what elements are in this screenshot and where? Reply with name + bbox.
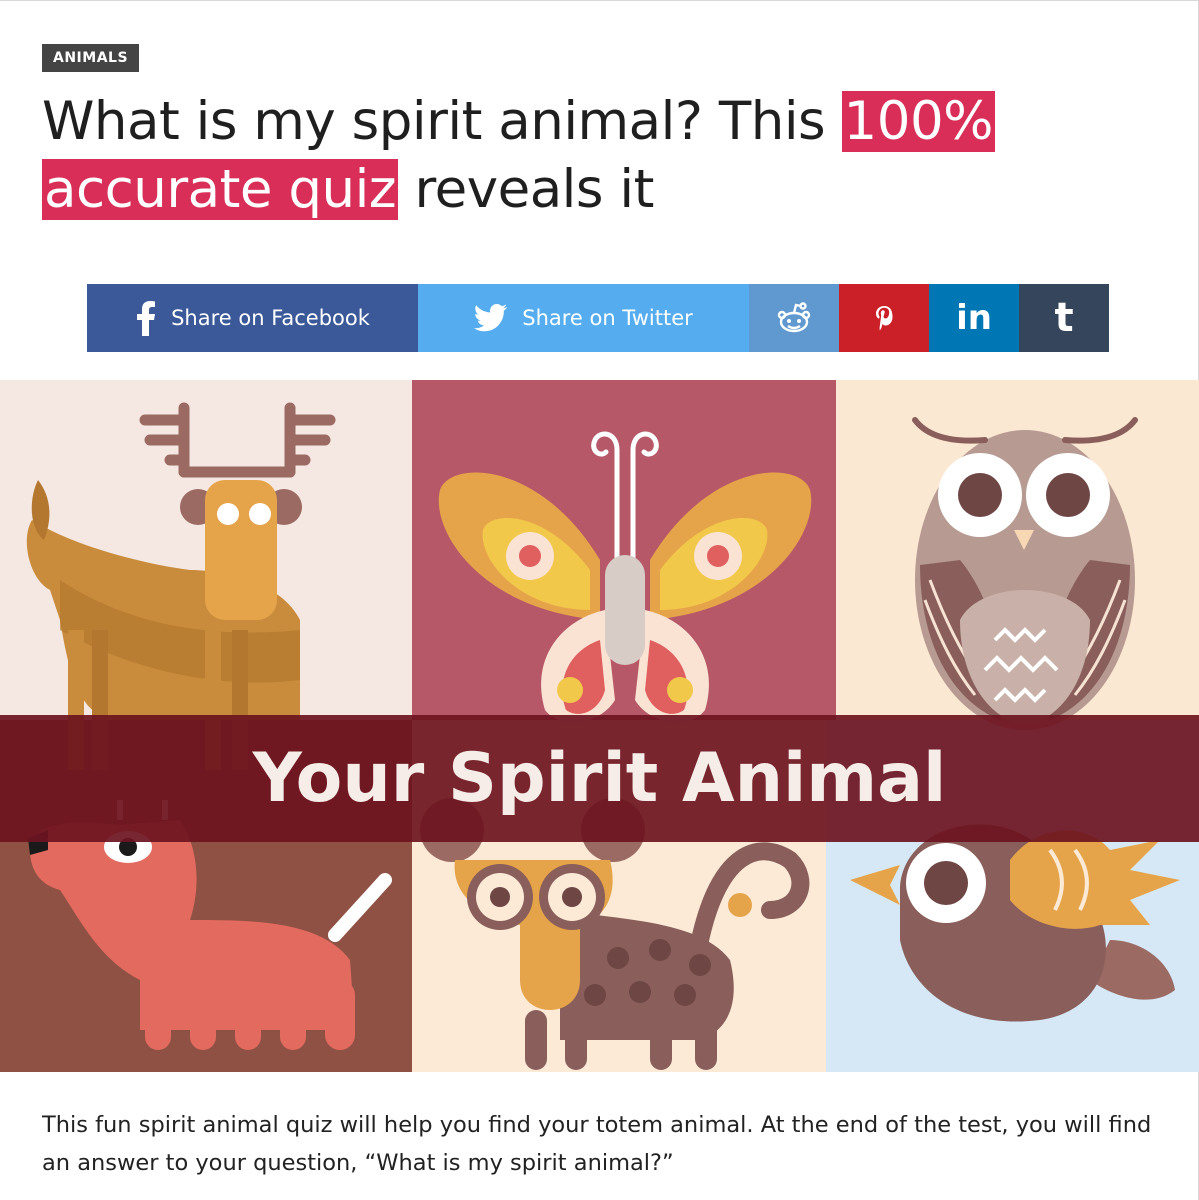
facebook-icon (137, 301, 156, 336)
share-tumblr-button[interactable]: t (1019, 284, 1109, 352)
headline-text-end: reveals it (398, 159, 654, 220)
pinterest-icon (876, 306, 893, 331)
share-reddit-button[interactable] (749, 284, 839, 352)
headline-text: What is my spirit animal? This (42, 91, 842, 152)
share-twitter-label: Share on Twitter (522, 306, 693, 330)
share-linkedin-button[interactable]: in (929, 284, 1019, 352)
hero-banner: Your Spirit Animal (0, 715, 1199, 842)
share-bar: Share on Facebook Share on Twitter in t (87, 284, 1109, 352)
article-headline: What is my spirit animal? This 100% accu… (42, 88, 1142, 224)
share-pinterest-button[interactable] (839, 284, 929, 352)
linkedin-icon: in (956, 298, 992, 338)
share-facebook-label: Share on Facebook (171, 306, 370, 330)
tumblr-icon: t (1054, 295, 1074, 341)
article-intro: This fun spirit animal quiz will help yo… (42, 1112, 1152, 1176)
share-twitter-button[interactable]: Share on Twitter (418, 284, 749, 352)
hero-banner-title: Your Spirit Animal (252, 739, 947, 818)
reddit-icon (777, 302, 811, 333)
twitter-icon (474, 304, 508, 332)
share-facebook-button[interactable]: Share on Facebook (87, 284, 418, 352)
category-tag[interactable]: ANIMALS (42, 44, 140, 72)
